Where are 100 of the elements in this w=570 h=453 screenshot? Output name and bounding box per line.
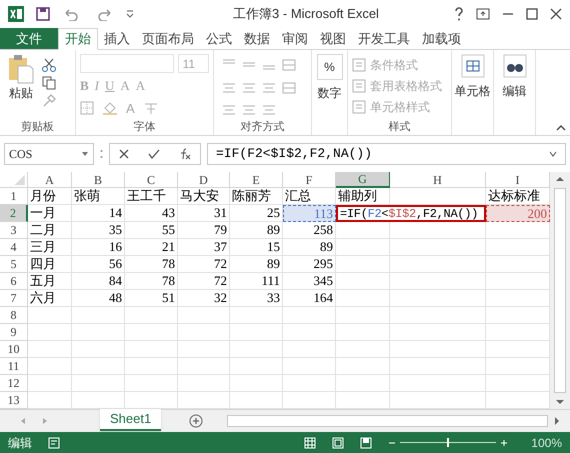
vertical-scrollbar[interactable]	[550, 172, 570, 409]
sheet-tab[interactable]: Sheet1	[100, 409, 162, 431]
column-header[interactable]: I	[486, 172, 550, 188]
group-label: 剪贴板	[20, 120, 55, 135]
table-cell: 111	[230, 273, 283, 290]
page-break-view-icon[interactable]	[360, 436, 372, 448]
empty-cell	[28, 358, 72, 375]
table-cell: 王工千	[125, 188, 178, 205]
empty-cell	[283, 341, 336, 358]
ribbon-tab[interactable]: 开始	[58, 28, 98, 50]
column-header[interactable]: H	[390, 172, 486, 188]
table-cell: 35	[72, 222, 125, 239]
ribbon-display-icon[interactable]	[476, 8, 490, 20]
table-cell: 汇总	[283, 188, 336, 205]
scroll-right-icon[interactable]	[552, 414, 562, 426]
save-icon[interactable]	[36, 7, 50, 21]
ribbon-tab[interactable]: 数据	[238, 28, 276, 49]
table-cell: 78	[125, 273, 178, 290]
empty-cell	[72, 341, 125, 358]
row-header[interactable]: 6	[0, 273, 28, 290]
column-header[interactable]: B	[72, 172, 125, 188]
column-header[interactable]: G	[336, 172, 390, 188]
excel-logo-icon[interactable]	[8, 6, 24, 22]
empty-cell	[336, 358, 390, 375]
table-cell: 164	[283, 290, 336, 307]
row-header[interactable]: 7	[0, 290, 28, 307]
help-icon[interactable]	[454, 7, 464, 21]
table-cell: 258	[283, 222, 336, 239]
empty-cell	[125, 324, 178, 341]
insert-function-icon[interactable]	[178, 148, 191, 160]
row-header[interactable]: 3	[0, 222, 28, 239]
row-header[interactable]: 12	[0, 375, 28, 392]
binoculars-icon	[502, 54, 526, 78]
ribbon-tab[interactable]: 视图	[314, 28, 352, 49]
maximize-icon[interactable]	[526, 8, 538, 20]
table-cell: 31	[178, 205, 230, 222]
empty-cell	[336, 222, 390, 239]
table-cell: 14	[72, 205, 125, 222]
table-cell: 48	[72, 290, 125, 307]
cancel-icon[interactable]	[119, 149, 130, 159]
customize-toolbar-icon[interactable]	[126, 10, 134, 18]
macro-record-icon[interactable]	[48, 436, 60, 448]
column-header[interactable]: C	[125, 172, 178, 188]
row-header[interactable]: 10	[0, 341, 28, 358]
empty-cell	[336, 256, 390, 273]
table-cell: 43	[125, 205, 178, 222]
row-header[interactable]: 5	[0, 256, 28, 273]
empty-cell	[230, 358, 283, 375]
zoom-level[interactable]: 100%	[524, 434, 562, 452]
empty-cell	[178, 375, 230, 392]
table-cell: 295	[283, 256, 336, 273]
ribbon-tab[interactable]: 开发工具	[352, 28, 416, 49]
scroll-down-icon[interactable]	[554, 397, 566, 407]
table-cell: 一月	[28, 205, 72, 222]
empty-cell	[125, 358, 178, 375]
table-cell: 五月	[28, 273, 72, 290]
column-header[interactable]: A	[28, 172, 72, 188]
ribbon-tab[interactable]: 页面布局	[136, 28, 200, 49]
select-all-icon[interactable]	[0, 172, 28, 188]
enter-icon[interactable]	[148, 149, 160, 159]
table-grid-icon	[460, 54, 484, 78]
table-cell: 张萌	[72, 188, 125, 205]
add-sheet-icon[interactable]	[189, 414, 204, 428]
normal-view-icon[interactable]	[304, 436, 316, 448]
ribbon-tab[interactable]: 加载项	[416, 28, 467, 49]
row-header[interactable]: 4	[0, 239, 28, 256]
formula-field[interactable]: =IF(F2<$I$2,F2,NA())	[207, 143, 566, 165]
table-cell: 56	[72, 256, 125, 273]
next-sheet-icon[interactable]	[42, 416, 48, 424]
empty-cell	[72, 324, 125, 341]
page-layout-view-icon[interactable]	[332, 436, 344, 448]
empty-cell	[178, 341, 230, 358]
empty-cell	[178, 307, 230, 324]
empty-cell	[283, 307, 336, 324]
horizontal-scrollbar[interactable]	[227, 414, 548, 426]
column-header[interactable]: D	[178, 172, 230, 188]
empty-cell	[125, 375, 178, 392]
empty-cell	[72, 307, 125, 324]
group-label: 字体	[132, 120, 156, 135]
row-header[interactable]: 8	[0, 307, 28, 324]
zoom-in-icon[interactable]	[500, 438, 508, 446]
name-box[interactable]: COS	[4, 143, 94, 165]
ribbon-tab[interactable]: 插入	[98, 28, 136, 49]
table-cell: 89	[230, 222, 283, 239]
column-header[interactable]: E	[230, 172, 283, 188]
empty-cell	[125, 341, 178, 358]
empty-cell	[336, 324, 390, 341]
column-header[interactable]: F	[283, 172, 336, 188]
row-header[interactable]: 9	[0, 324, 28, 341]
ribbon-tab[interactable]: 审阅	[276, 28, 314, 49]
close-icon[interactable]	[550, 8, 562, 20]
editing-cell[interactable]: =IF(F2<$I$2,F2,NA())	[336, 205, 486, 222]
expand-icon	[549, 151, 557, 157]
previous-sheet-icon[interactable]	[20, 416, 26, 424]
table-cell: 200	[486, 205, 550, 222]
scroll-up-icon[interactable]	[554, 174, 566, 184]
file-tab[interactable]: 文件	[0, 28, 58, 49]
row-header[interactable]: 2	[0, 205, 28, 222]
ribbon-tab[interactable]: 公式	[200, 28, 238, 49]
row-header[interactable]: 11	[0, 358, 28, 375]
